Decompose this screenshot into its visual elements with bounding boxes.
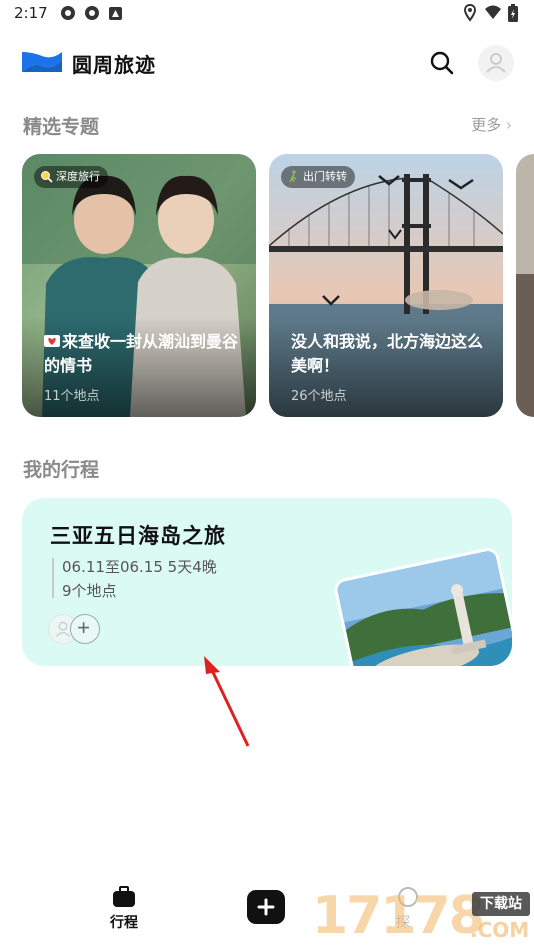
chevron-right-icon: › <box>506 116 512 134</box>
card-title: 没人和我说，北方海边这么美啊！ <box>291 332 484 375</box>
watermark-logo: 17178 下载站 .COM <box>312 884 534 950</box>
wifi-icon <box>485 5 501 19</box>
user-avatar-button[interactable] <box>478 45 514 81</box>
trip-place-count: 9个地点 <box>62 582 117 600</box>
trip-cover-photo <box>332 545 512 666</box>
plus-icon <box>257 898 275 916</box>
battery-icon <box>508 4 518 22</box>
app-notification-icon <box>109 7 122 20</box>
more-link[interactable]: 更多 › <box>471 114 512 135</box>
topic-card[interactable]: 深度旅行 来查收一封从潮汕到曼谷的情书 11个地点 <box>22 154 256 417</box>
notification-icon <box>85 6 99 20</box>
app-screen: 2:17 圆周旅迹 精选专题 更多 › 深度旅行 来查收一封从潮汕到曼谷的情书 … <box>0 0 534 950</box>
card-place-count: 11个地点 <box>44 389 100 404</box>
watermark-brand: 下载站 <box>472 892 530 916</box>
card-tag: 出门转转 <box>281 166 355 188</box>
trip-cover-image <box>335 548 512 666</box>
card-tag-label: 出门转转 <box>303 170 347 183</box>
plus-icon <box>78 622 89 633</box>
love-letter-icon <box>44 335 60 347</box>
app-logo-icon <box>22 52 62 72</box>
walking-person-icon <box>289 170 297 183</box>
watermark-number: 17178 <box>312 886 485 946</box>
status-time: 2:17 <box>14 4 48 22</box>
app-header: 圆周旅迹 <box>0 40 534 84</box>
featured-section-title: 精选专题 <box>23 116 100 138</box>
user-icon <box>486 53 506 73</box>
nav-tab-label: 行程 <box>110 915 138 931</box>
trip-card[interactable]: 三亚五日海岛之旅 06.11至06.15 5天4晚 9个地点 <box>22 498 512 666</box>
trip-divider <box>52 558 54 598</box>
trip-dates: 06.11至06.15 5天4晚 <box>62 558 217 576</box>
more-label: 更多 <box>471 116 502 134</box>
topic-card-image <box>516 154 534 417</box>
my-trips-section-title: 我的行程 <box>23 459 100 481</box>
card-tag: 深度旅行 <box>34 166 108 188</box>
search-icon[interactable] <box>428 49 456 77</box>
trip-title: 三亚五日海岛之旅 <box>50 524 226 548</box>
notification-icon <box>61 6 75 20</box>
app-title: 圆周旅迹 <box>72 53 156 77</box>
status-bar: 2:17 <box>0 0 534 28</box>
card-title: 来查收一封从潮汕到曼谷的情书 <box>44 330 240 378</box>
location-icon <box>464 4 476 22</box>
annotation-arrow-icon <box>204 656 250 747</box>
suitcase-icon <box>113 886 135 907</box>
card-title-text: 来查收一封从潮汕到曼谷的情书 <box>44 332 239 375</box>
topic-card-peek[interactable] <box>516 154 534 417</box>
card-tag-label: 深度旅行 <box>56 170 100 183</box>
nav-tab-trips[interactable]: 行程 <box>104 886 144 942</box>
watermark-domain: .COM <box>470 918 530 942</box>
search-icon <box>41 171 53 183</box>
add-trip-button[interactable] <box>247 890 285 924</box>
add-member-button[interactable] <box>70 614 100 644</box>
card-place-count: 26个地点 <box>291 389 347 404</box>
topic-card[interactable]: 出门转转 没人和我说，北方海边这么美啊！ 26个地点 <box>269 154 503 417</box>
